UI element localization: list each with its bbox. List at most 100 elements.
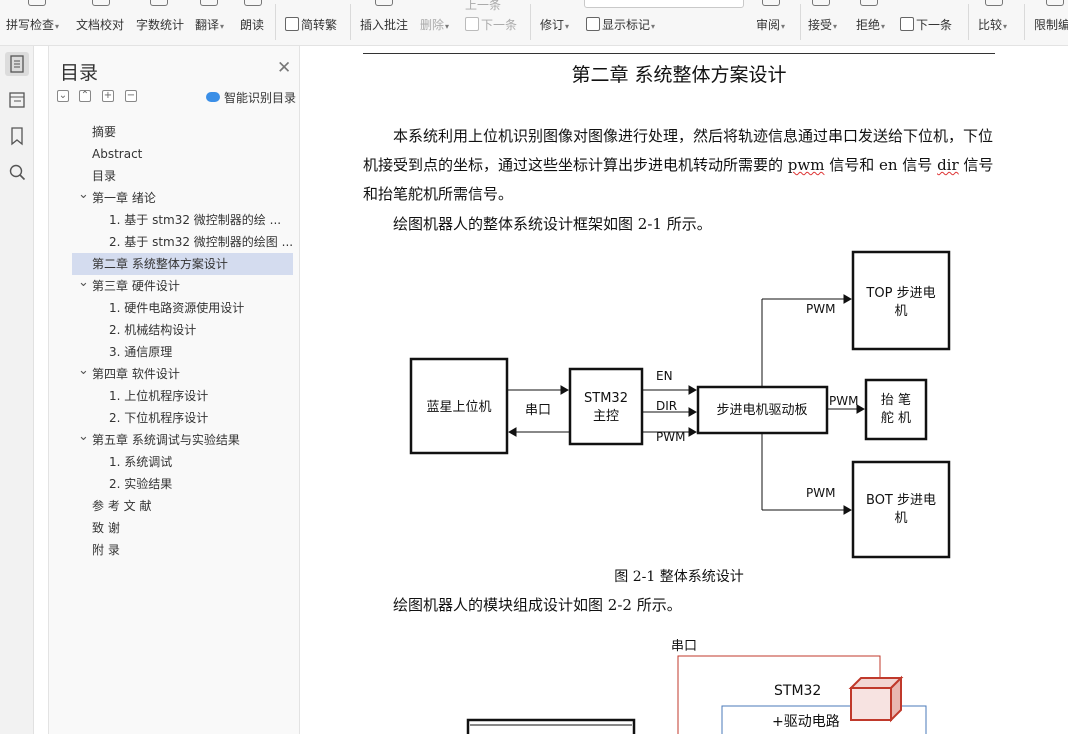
toc-item[interactable]: 3. 通信原理 <box>49 341 301 363</box>
spell-check-button[interactable]: 拼写检查▾ <box>6 16 59 34</box>
toc-panel: 目录 ✕ ⌄ ⌃ + − 智能识别目录 摘要 Abstract 目录 ⌄ 第一章 绪论 1… <box>48 46 300 734</box>
fig2-driver-label: +驱动电路 <box>772 714 840 730</box>
toc-item-label: 2. 机械结构设计 <box>109 323 197 337</box>
smart-toc-button[interactable]: 智能识别目录 <box>206 89 296 106</box>
show-marks-button[interactable]: 显示标记▾ <box>586 16 655 34</box>
cloud-icon <box>206 92 220 102</box>
next-change-icon <box>900 17 914 31</box>
toc-item[interactable]: 附 录 <box>49 539 301 561</box>
accept-button[interactable]: 接受▾ <box>808 16 837 34</box>
toc-item[interactable]: 致 谢 <box>49 517 301 539</box>
serial-label: 串口 <box>525 403 551 418</box>
bot-motor-box <box>851 460 951 559</box>
toc-item[interactable]: 第二章 系统整体方案设计 <box>72 253 293 275</box>
reject-button[interactable]: 拒绝▾ <box>856 16 885 34</box>
pen-pwm-label: PWM <box>829 394 858 408</box>
delete-comment-button[interactable]: 删除▾ <box>420 16 449 34</box>
toc-item[interactable]: ⌄ 第五章 系统调试与实验结果 <box>49 429 301 451</box>
toc-item[interactable]: ⌄ 第三章 硬件设计 <box>49 275 301 297</box>
chevron-down-icon[interactable]: ⌄ <box>78 275 89 294</box>
chevron-down-icon[interactable]: ⌄ <box>78 429 89 448</box>
system-diagram: 蓝星上位机 串口 STM32 主控 EN DIR PWM 步进电机驱动板 PWM… <box>409 250 951 559</box>
read-aloud-icon <box>244 0 262 6</box>
close-icon[interactable]: ✕ <box>277 58 291 78</box>
top-motor-label-2: 机 <box>894 304 907 319</box>
toc-item[interactable]: 2. 实验结果 <box>49 473 301 495</box>
top-motor-label-1: TOP 步进电 <box>865 286 935 301</box>
toc-item-label: 附 录 <box>92 543 120 557</box>
bookmark-button[interactable] <box>5 124 29 148</box>
reject-label: 拒绝 <box>856 18 881 32</box>
toc-item[interactable]: 2. 基于 stm32 微控制器的绘图 ... <box>49 231 301 253</box>
navigation-button[interactable] <box>5 88 29 112</box>
insert-comment-button[interactable]: 插入批注 <box>360 16 408 34</box>
next-comment-button[interactable]: 下一条 <box>465 16 517 34</box>
toc-item[interactable]: 2. 下位机程序设计 <box>49 407 301 429</box>
prev-comment-button[interactable]: 上一条 <box>465 0 501 14</box>
driver-label: 步进电机驱动板 <box>716 403 807 418</box>
translate-button[interactable]: 翻译▾ <box>195 16 224 34</box>
restrict-edit-button[interactable]: 限制编 <box>1034 16 1068 34</box>
next-comment-label: 下一条 <box>481 18 518 32</box>
toc-item-label: 2. 基于 stm32 微控制器的绘图 ... <box>109 235 294 249</box>
next-change-label: 下一条 <box>916 18 953 32</box>
toc-item-label: 1. 硬件电路资源使用设计 <box>109 301 245 315</box>
pen-servo-label-2: 舵 机 <box>881 411 911 426</box>
toc-item-label: 第三章 硬件设计 <box>92 279 180 293</box>
toc-item[interactable]: 2. 机械结构设计 <box>49 319 301 341</box>
chevron-down-icon: ▾ <box>565 22 570 31</box>
fig2-serial-label: 串口 <box>671 639 697 654</box>
add-heading-icon[interactable]: + <box>102 90 114 102</box>
toc-item-label: 第二章 系统整体方案设计 <box>92 257 228 271</box>
toc-item-label: 第一章 绪论 <box>92 191 156 205</box>
toc-item[interactable]: 参 考 文 献 <box>49 495 301 517</box>
toc-item-label: 致 谢 <box>92 521 120 535</box>
review-button[interactable]: 审阅▾ <box>756 16 785 34</box>
chevron-down-icon: ▾ <box>651 22 656 31</box>
pen-servo-label-1: 抬 笔 <box>881 392 911 408</box>
revise-label: 修订 <box>540 18 565 32</box>
toc-item[interactable]: 摘要 <box>49 121 301 143</box>
toc-item[interactable]: 1. 上位机程序设计 <box>49 385 301 407</box>
markup-select[interactable] <box>584 0 744 8</box>
fig2-mcu-label: STM32 <box>774 683 821 699</box>
translate-label: 翻译 <box>195 18 220 32</box>
search-button[interactable] <box>5 160 29 184</box>
toc-item[interactable]: 1. 基于 stm32 微控制器的绘 ... <box>49 209 301 231</box>
chevron-down-icon: ▾ <box>1003 22 1008 31</box>
chevron-down-icon[interactable]: ⌄ <box>78 363 89 382</box>
paragraph-3: 绘图机器人的模块组成设计如图 2-2 所示。 <box>393 596 682 614</box>
review-icon <box>762 0 780 6</box>
next-change-button[interactable]: 下一条 <box>900 16 952 34</box>
toc-item[interactable]: 目录 <box>49 165 301 187</box>
mcu-label-2: 主控 <box>593 409 619 424</box>
compare-button[interactable]: 比较▾ <box>978 16 1007 34</box>
spell-check-label: 拼写检查 <box>6 18 55 32</box>
word-count-button[interactable]: 字数统计 <box>136 16 184 34</box>
read-aloud-button[interactable]: 朗读 <box>240 16 264 34</box>
chevron-down-icon[interactable]: ⌄ <box>78 187 89 206</box>
collapse-all-icon[interactable]: ⌄ <box>57 90 69 102</box>
toc-panel-button[interactable] <box>5 52 29 76</box>
toc-item-label: 第四章 软件设计 <box>92 367 180 381</box>
doc-proof-button[interactable]: 文档校对 <box>76 16 124 34</box>
toc-item[interactable]: 1. 系统调试 <box>49 451 301 473</box>
chevron-down-icon: ▾ <box>445 22 450 31</box>
top-pwm-label: PWM <box>806 302 835 316</box>
toc-icon <box>10 55 24 73</box>
accept-icon <box>812 0 830 6</box>
paragraph-1: 本系统利用上位机识别图像对图像进行处理，然后将轨迹信息通过串口发送给下位机，下位… <box>363 122 995 209</box>
toc-item[interactable]: 1. 硬件电路资源使用设计 <box>49 297 301 319</box>
left-icon-bar <box>0 46 34 734</box>
para1-text-b: 信号和 en 信号 <box>824 156 938 174</box>
expand-up-icon[interactable]: ⌃ <box>79 90 91 102</box>
toc-item[interactable]: ⌄ 第四章 软件设计 <box>49 363 301 385</box>
toc-item[interactable]: ⌄ 第一章 绪论 <box>49 187 301 209</box>
accept-label: 接受 <box>808 18 833 32</box>
smart-toc-label: 智能识别目录 <box>224 91 297 105</box>
en-label: EN <box>656 369 673 383</box>
trad-simp-button[interactable]: 简转繁 <box>285 16 337 34</box>
revise-button[interactable]: 修订▾ <box>540 16 569 34</box>
toc-item[interactable]: Abstract <box>49 143 301 165</box>
remove-heading-icon[interactable]: − <box>125 90 137 102</box>
